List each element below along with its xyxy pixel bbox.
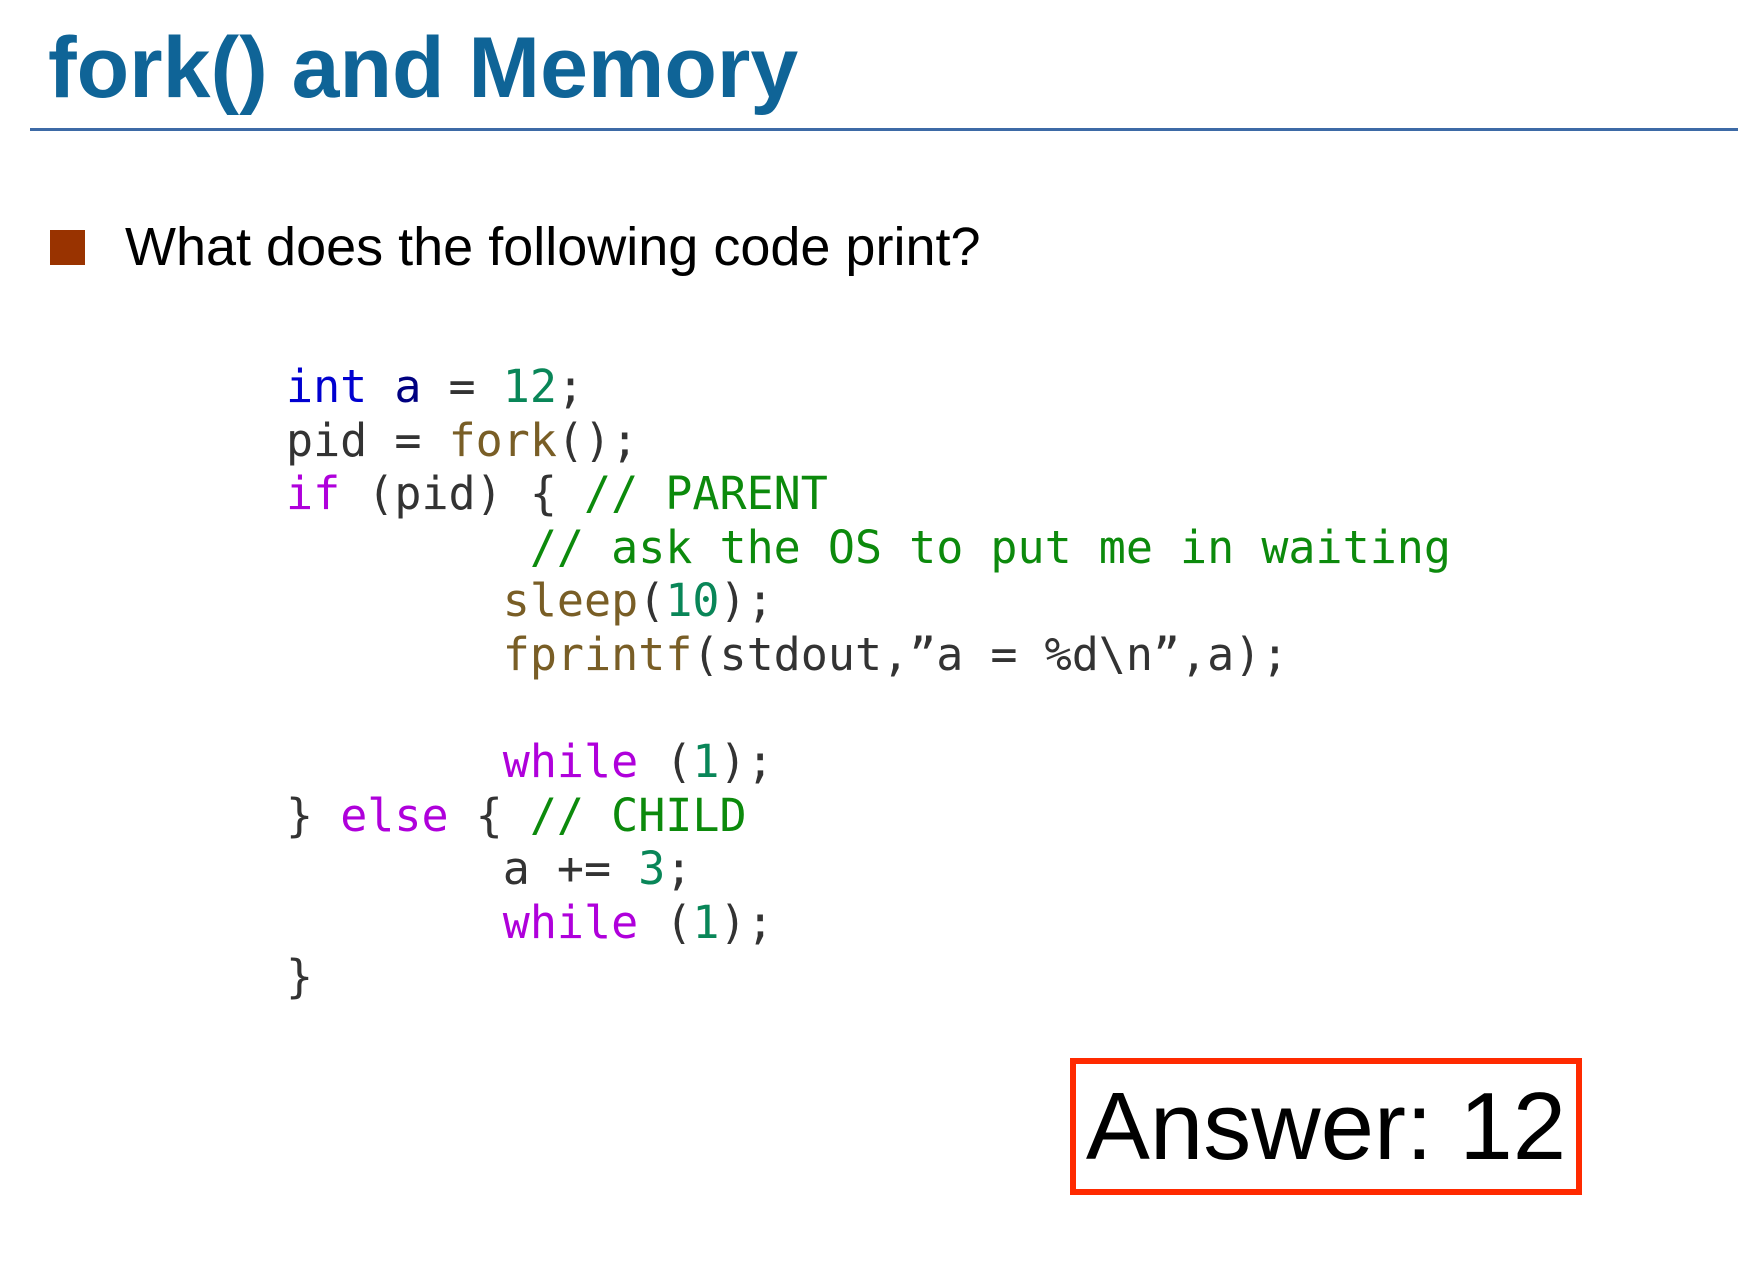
code-text: ( — [638, 735, 693, 789]
code-function-name: sleep — [475, 574, 639, 628]
code-block: int a = 12; pid = fork(); if (pid) { // PA… — [286, 360, 1451, 1003]
code-line: } else { // CHILD — [286, 789, 1451, 843]
slide-title: fork() and Memory — [48, 20, 799, 116]
code-line: pid = fork(); — [286, 414, 1451, 468]
code-comment: // PARENT — [584, 467, 828, 521]
code-text: ; — [556, 360, 585, 413]
code-comment: // ask the OS to put me in waiting — [502, 520, 1451, 574]
answer-text: Answer: 12 — [1085, 1072, 1567, 1180]
code-line: while (1); — [286, 896, 1451, 950]
code-keyword: if — [286, 467, 341, 521]
code-text: } — [286, 949, 314, 1003]
code-text: (pid) { — [340, 467, 585, 521]
title-underline — [30, 128, 1738, 131]
code-type-keyword: int — [286, 360, 368, 413]
code-function-name: fprintf — [475, 627, 693, 681]
code-text: pid = — [286, 413, 449, 467]
code-text: a += — [286, 842, 639, 896]
code-number-literal: 3 — [638, 842, 666, 896]
code-function-name: fork — [448, 413, 557, 467]
code-line: } — [286, 950, 1451, 1004]
code-text: = — [421, 360, 503, 413]
code-line: sleep(10); — [286, 574, 1451, 628]
code-line: int a = 12; — [286, 360, 1451, 414]
code-number-literal: 10 — [665, 574, 720, 628]
code-number-literal: 1 — [692, 735, 720, 789]
code-text: ); — [719, 735, 774, 789]
code-text: ( — [638, 574, 666, 628]
code-line: if (pid) { // PARENT — [286, 467, 1451, 521]
code-text: (); — [556, 413, 639, 467]
code-text: } — [286, 788, 341, 842]
code-line: a += 3; — [286, 842, 1451, 896]
code-text: { — [448, 788, 530, 842]
square-bullet-icon — [50, 229, 85, 265]
bullet-item: What does the following code print? — [50, 212, 981, 282]
code-keyword: while — [475, 735, 639, 789]
code-text: (stdout,”a = %d\n”,a); — [692, 627, 1289, 681]
code-text: ( — [638, 895, 693, 949]
code-comment: // CHILD — [529, 788, 747, 842]
code-text: ); — [719, 895, 774, 949]
answer-box: Answer: 12 — [1070, 1058, 1582, 1195]
code-line: // ask the OS to put me in waiting — [286, 521, 1451, 575]
code-number-literal: 1 — [692, 895, 720, 949]
code-number-literal: 12 — [502, 360, 557, 413]
code-text: ); — [719, 574, 774, 628]
code-line: while (1); — [286, 735, 1451, 789]
code-keyword: else — [340, 788, 449, 842]
code-keyword: while — [475, 895, 639, 949]
code-variable: a — [394, 360, 422, 413]
code-line: fprintf(stdout,”a = %d\n”,a); — [286, 628, 1451, 682]
code-text: ; — [665, 842, 693, 896]
bullet-question-text: What does the following code print? — [125, 217, 981, 277]
